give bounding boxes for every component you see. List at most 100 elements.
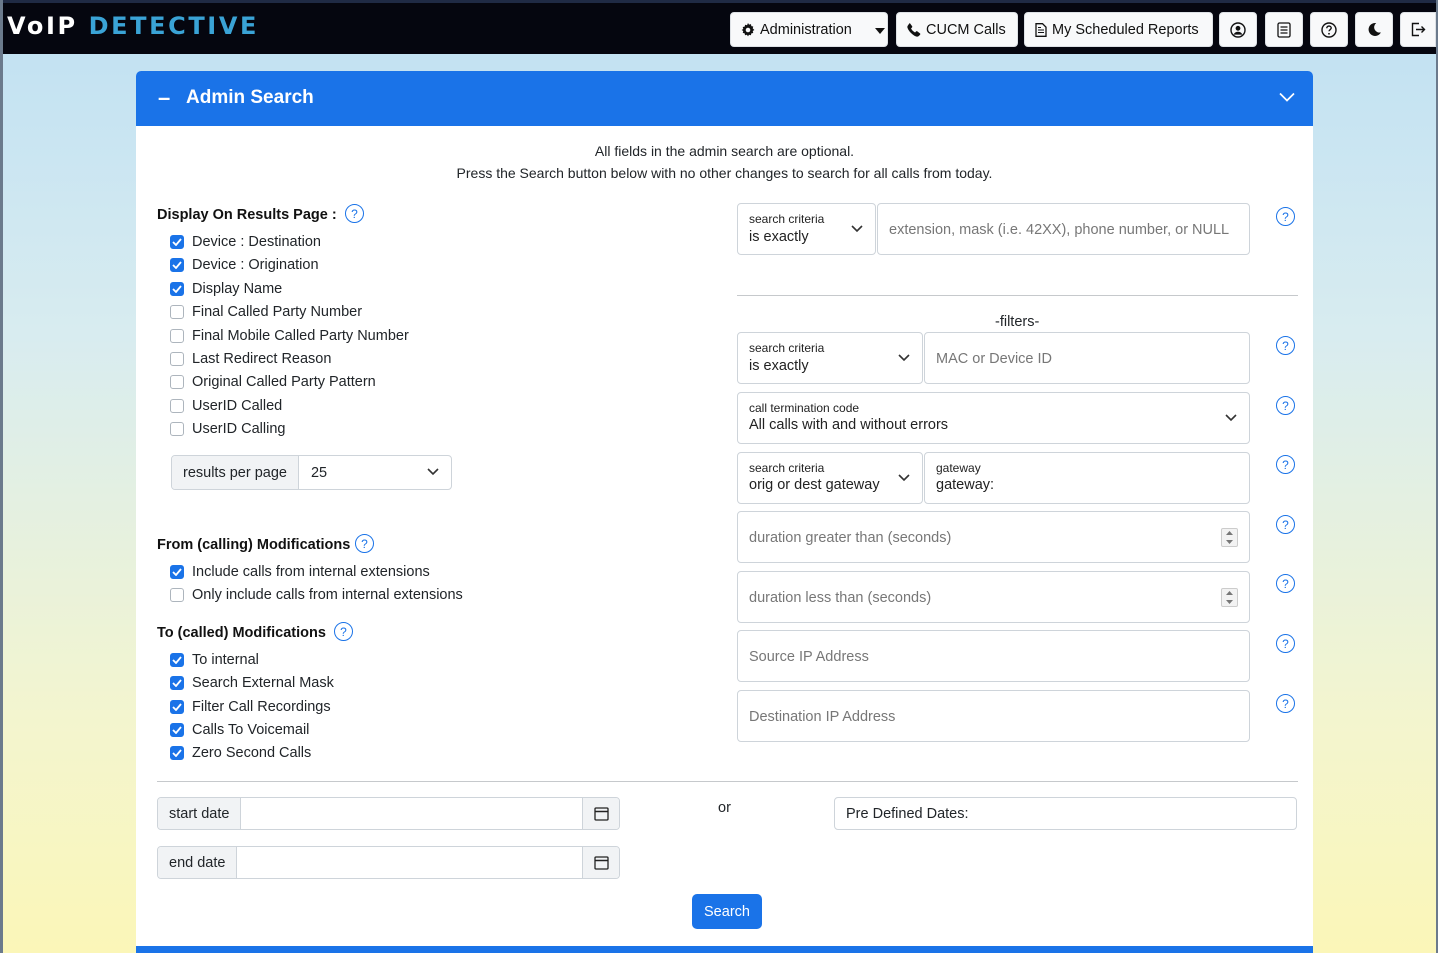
checkbox-option[interactable]: Final Called Party Number	[170, 304, 362, 320]
duration-greater-input[interactable]: duration greater than (seconds)	[737, 511, 1250, 563]
number-spinner[interactable]	[1221, 528, 1238, 547]
checkbox-option[interactable]: Filter Call Recordings	[170, 699, 331, 715]
calendar-icon[interactable]	[582, 798, 619, 829]
checkbox-option[interactable]: UserID Calling	[170, 421, 285, 437]
checkbox[interactable]	[170, 258, 184, 273]
gear-icon	[741, 22, 755, 36]
results-per-page-select[interactable]: 25	[299, 456, 451, 489]
termination-code-value: All calls with and without errors	[749, 417, 949, 433]
gateway-input[interactable]: gateway gateway:	[924, 452, 1250, 504]
device-criteria-value: is exactly	[749, 358, 809, 374]
checkbox-label: Final Called Party Number	[192, 304, 363, 321]
checkbox-label: UserID Called	[192, 397, 283, 414]
checkbox-label: Search External Mask	[192, 675, 334, 692]
to-mods-help-icon[interactable]: ?	[334, 622, 353, 641]
moon-icon	[1368, 23, 1381, 36]
device-id-input[interactable]: MAC or Device ID	[924, 332, 1250, 384]
checkbox-option[interactable]: Final Mobile Called Party Number	[170, 328, 409, 344]
checkbox-option[interactable]: Original Called Party Pattern	[170, 374, 376, 390]
checkbox-option[interactable]: Search External Mask	[170, 675, 334, 691]
cucm-calls-label: CUCM Calls	[926, 21, 1006, 38]
checkbox-option[interactable]: Last Redirect Reason	[170, 351, 331, 367]
termination-code-select[interactable]: call termination code All calls with and…	[737, 392, 1250, 444]
panel-bottom-bar	[136, 946, 1313, 953]
checkbox-option[interactable]: Device : Origination	[170, 257, 319, 273]
duration-less-placeholder: duration less than (seconds)	[749, 590, 932, 606]
device-criteria-label: search criteria	[749, 341, 825, 355]
duration-less-input[interactable]: duration less than (seconds)	[737, 571, 1250, 623]
checkbox-option[interactable]: Display Name	[170, 281, 282, 297]
results-per-page-value: 25	[310, 464, 328, 481]
checkbox[interactable]	[170, 676, 184, 691]
checkbox-option[interactable]: To internal	[170, 652, 259, 668]
from-mods-help-icon[interactable]: ?	[355, 534, 374, 553]
device-criteria-select[interactable]: search criteria is exactly	[737, 332, 923, 384]
collapse-minus-icon[interactable]: –	[158, 85, 170, 111]
checkbox-option[interactable]: Include calls from internal extensions	[170, 564, 430, 580]
checkbox[interactable]	[170, 375, 184, 390]
checkbox[interactable]	[170, 328, 184, 343]
panel-title: Admin Search	[186, 87, 314, 108]
duration-greater-placeholder: duration greater than (seconds)	[749, 530, 952, 546]
predefined-dates-select[interactable]: Pre Defined Dates:	[834, 797, 1297, 830]
profile-button[interactable]	[1219, 12, 1257, 47]
number-search-input[interactable]: extension, mask (i.e. 42XX), phone numbe…	[877, 203, 1250, 255]
scheduled-reports-button[interactable]: My Scheduled Reports	[1024, 12, 1213, 47]
dest-ip-help-icon[interactable]: ?	[1276, 694, 1295, 713]
dest-ip-placeholder: Destination IP Address	[749, 709, 896, 725]
checkbox[interactable]	[170, 352, 184, 366]
cucm-calls-button[interactable]: CUCM Calls	[896, 12, 1018, 47]
end-date-input[interactable]	[237, 847, 582, 878]
calendar-icon[interactable]	[582, 847, 619, 878]
display-help-icon[interactable]: ?	[345, 204, 364, 223]
end-date-label: end date	[158, 847, 238, 878]
checkbox[interactable]	[170, 722, 184, 737]
checkbox[interactable]	[170, 305, 184, 320]
app-logo[interactable]: VoIP DETECTIVE	[7, 12, 259, 40]
help-button[interactable]	[1310, 12, 1348, 47]
display-section-title: Display On Results Page :	[157, 207, 337, 223]
number-spinner[interactable]	[1221, 588, 1238, 607]
chevron-down-icon[interactable]	[1279, 89, 1295, 105]
checkbox[interactable]	[170, 653, 184, 667]
number-help-icon[interactable]: ?	[1276, 207, 1295, 226]
reports-button[interactable]	[1265, 12, 1303, 47]
user-circle-icon	[1230, 21, 1246, 38]
checkbox[interactable]	[170, 281, 184, 296]
checkbox[interactable]	[170, 699, 184, 714]
admin-search-header[interactable]: – Admin Search	[136, 71, 1313, 126]
checkbox-label: UserID Calling	[192, 421, 286, 438]
checkbox[interactable]	[170, 746, 184, 761]
duration-greater-help-icon[interactable]: ?	[1276, 515, 1295, 534]
number-criteria-select[interactable]: search criteria is exactly	[737, 203, 876, 255]
number-search-placeholder: extension, mask (i.e. 42XX), phone numbe…	[889, 222, 1230, 238]
dark-mode-button[interactable]	[1355, 12, 1393, 47]
logout-button[interactable]	[1400, 12, 1436, 47]
checkbox-label: Device : Origination	[192, 257, 319, 274]
checkbox[interactable]	[170, 565, 184, 579]
termination-help-icon[interactable]: ?	[1276, 396, 1295, 415]
gateway-criteria-select[interactable]: search criteria orig or dest gateway	[737, 452, 923, 504]
administration-dropdown-button[interactable]: Administration	[730, 12, 888, 47]
source-ip-input[interactable]: Source IP Address	[737, 630, 1250, 682]
source-ip-help-icon[interactable]: ?	[1276, 634, 1295, 653]
number-criteria-label: search criteria	[749, 212, 825, 226]
checkbox[interactable]	[170, 588, 184, 603]
start-date-group: start date	[157, 797, 620, 830]
list-document-icon	[1277, 21, 1291, 38]
gateway-help-icon[interactable]: ?	[1276, 455, 1295, 474]
gateway-criteria-label: search criteria	[749, 461, 825, 475]
checkbox-option[interactable]: Zero Second Calls	[170, 745, 311, 761]
checkbox-option[interactable]: Calls To Voicemail	[170, 722, 309, 738]
dest-ip-input[interactable]: Destination IP Address	[737, 690, 1250, 742]
start-date-input[interactable]	[241, 798, 582, 829]
checkbox-option[interactable]: Device : Destination	[170, 234, 321, 250]
checkbox[interactable]	[170, 422, 184, 437]
checkbox-option[interactable]: UserID Called	[170, 398, 282, 414]
search-button[interactable]: Search	[692, 894, 762, 929]
checkbox[interactable]	[170, 235, 184, 249]
checkbox[interactable]	[170, 398, 184, 413]
checkbox-option[interactable]: Only include calls from internal extensi…	[170, 587, 463, 603]
duration-less-help-icon[interactable]: ?	[1276, 574, 1295, 593]
device-help-icon[interactable]: ?	[1276, 336, 1295, 355]
